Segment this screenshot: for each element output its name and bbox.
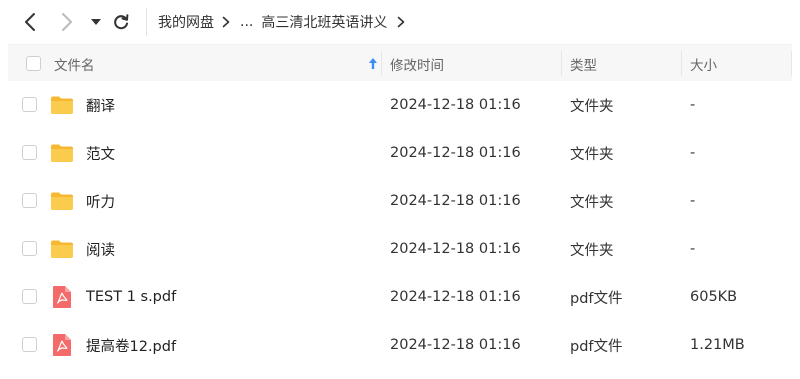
- column-header-type[interactable]: 类型: [570, 45, 597, 82]
- folder-icon: [51, 144, 73, 162]
- row-checkbox[interactable]: [22, 241, 37, 256]
- folder-icon: [51, 192, 73, 210]
- breadcrumb-separator-icon: [222, 16, 230, 28]
- file-name[interactable]: 阅读: [86, 225, 115, 273]
- file-type: 文件夹: [570, 98, 614, 115]
- row-checkbox[interactable]: [22, 193, 37, 208]
- toolbar-divider: [146, 8, 147, 36]
- back-button[interactable]: [20, 10, 40, 34]
- file-type: 文件夹: [570, 242, 614, 259]
- row-checkbox[interactable]: [22, 97, 37, 112]
- file-name[interactable]: 听力: [86, 177, 115, 225]
- file-row[interactable]: 阅读 2024-12-18 01:16 文件夹 -: [8, 225, 792, 273]
- column-divider[interactable]: [381, 51, 382, 76]
- pdf-icon: [53, 334, 71, 356]
- breadcrumb: 我的网盘 ... 高三清北班英语讲义: [158, 0, 415, 44]
- file-row[interactable]: 听力 2024-12-18 01:16 文件夹 -: [8, 177, 792, 225]
- refresh-icon: [114, 14, 129, 30]
- column-divider[interactable]: [561, 51, 562, 76]
- column-header-modified[interactable]: 修改时间: [390, 45, 444, 82]
- file-modified: 2024-12-18 01:16: [390, 289, 521, 305]
- file-row[interactable]: 提高卷12.pdf 2024-12-18 01:16 pdf文件 1.21MB: [8, 321, 792, 369]
- pdf-icon: [53, 286, 71, 308]
- file-size: -: [690, 97, 696, 113]
- file-type: 文件夹: [570, 194, 614, 211]
- file-modified: 2024-12-18 01:16: [390, 97, 521, 113]
- chevron-right-icon: [62, 13, 72, 31]
- file-type: pdf文件: [570, 290, 623, 307]
- history-dropdown-button[interactable]: [86, 10, 106, 34]
- breadcrumb-separator-icon: [397, 16, 405, 28]
- folder-icon: [51, 96, 73, 114]
- file-modified: 2024-12-18 01:16: [390, 337, 521, 353]
- column-divider[interactable]: [681, 51, 682, 76]
- chevron-left-icon: [25, 13, 35, 31]
- sort-ascending-icon[interactable]: [368, 57, 378, 70]
- file-size: 1.21MB: [690, 337, 745, 353]
- row-checkbox[interactable]: [22, 337, 37, 352]
- breadcrumb-ellipsis[interactable]: ...: [240, 14, 253, 30]
- column-divider[interactable]: [791, 51, 792, 76]
- caret-down-icon: [91, 19, 101, 25]
- file-name[interactable]: 提高卷12.pdf: [86, 321, 176, 369]
- column-header-name[interactable]: 文件名: [54, 45, 95, 82]
- file-row[interactable]: TEST 1 s.pdf 2024-12-18 01:16 pdf文件 605K…: [8, 273, 792, 321]
- breadcrumb-current[interactable]: 高三清北班英语讲义: [261, 12, 387, 32]
- file-row[interactable]: 翻译 2024-12-18 01:16 文件夹 -: [8, 81, 792, 129]
- column-header-size[interactable]: 大小: [690, 45, 717, 82]
- file-row[interactable]: 范文 2024-12-18 01:16 文件夹 -: [8, 129, 792, 177]
- file-name[interactable]: 范文: [86, 129, 115, 177]
- file-list-header: 文件名 修改时间 类型 大小: [8, 44, 792, 81]
- file-type: pdf文件: [570, 338, 623, 355]
- breadcrumb-root[interactable]: 我的网盘: [158, 12, 214, 32]
- file-name[interactable]: 翻译: [86, 81, 115, 129]
- row-checkbox[interactable]: [22, 145, 37, 160]
- file-type: 文件夹: [570, 146, 614, 163]
- row-checkbox[interactable]: [22, 289, 37, 304]
- file-name[interactable]: TEST 1 s.pdf: [86, 273, 176, 321]
- file-modified: 2024-12-18 01:16: [390, 145, 521, 161]
- forward-button[interactable]: [57, 10, 77, 34]
- toolbar: 我的网盘 ... 高三清北班英语讲义: [0, 0, 800, 44]
- file-size: -: [690, 241, 696, 257]
- file-modified: 2024-12-18 01:16: [390, 241, 521, 257]
- folder-icon: [51, 240, 73, 258]
- select-all-checkbox[interactable]: [26, 56, 41, 71]
- file-size: -: [690, 145, 696, 161]
- file-size: 605KB: [690, 289, 738, 305]
- file-modified: 2024-12-18 01:16: [390, 193, 521, 209]
- file-size: -: [690, 193, 696, 209]
- refresh-button[interactable]: [111, 10, 131, 34]
